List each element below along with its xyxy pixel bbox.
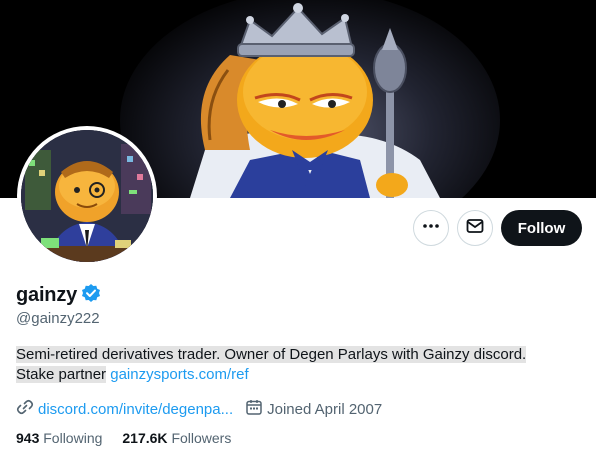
bio-text: Semi-retired derivatives trader. Owner o… [16, 346, 527, 363]
profile-actions: Follow [413, 210, 582, 246]
following-label: Following [43, 430, 103, 446]
followers-count: 217.6K [122, 430, 168, 446]
profile-handle: @gainzy222 [16, 310, 100, 327]
bio-text-2: Stake partner [16, 366, 107, 383]
followers-stat[interactable]: 217.6K Followers [122, 430, 231, 446]
bio-link[interactable]: gainzysports.com/ref [110, 366, 248, 383]
more-icon [422, 217, 440, 240]
website-link[interactable]: discord.com/invite/degenpa... [38, 401, 233, 418]
name-row: gainzy [16, 283, 101, 308]
follow-button[interactable]: Follow [501, 210, 582, 246]
verified-badge-icon[interactable] [81, 283, 101, 308]
profile-stats: 943 Following 217.6K Followers [16, 430, 251, 446]
display-name: gainzy [16, 284, 78, 306]
website-item: discord.com/invite/degenpa... [16, 398, 233, 420]
more-button[interactable] [413, 210, 449, 246]
following-stat[interactable]: 943 Following [16, 430, 102, 446]
calendar-icon [245, 398, 263, 420]
joined-date: Joined April 2007 [267, 400, 383, 418]
profile-avatar[interactable] [17, 126, 157, 266]
following-count: 943 [16, 430, 40, 446]
profile-bio: Semi-retired derivatives trader. Owner o… [16, 345, 556, 385]
link-icon [16, 398, 34, 420]
avatar-image [21, 130, 153, 262]
followers-label: Followers [171, 430, 232, 446]
profile-meta: discord.com/invite/degenpa... Joined Apr… [16, 398, 394, 420]
envelope-icon [466, 217, 484, 240]
joined-item: Joined April 2007 [245, 398, 382, 420]
message-button[interactable] [457, 210, 493, 246]
